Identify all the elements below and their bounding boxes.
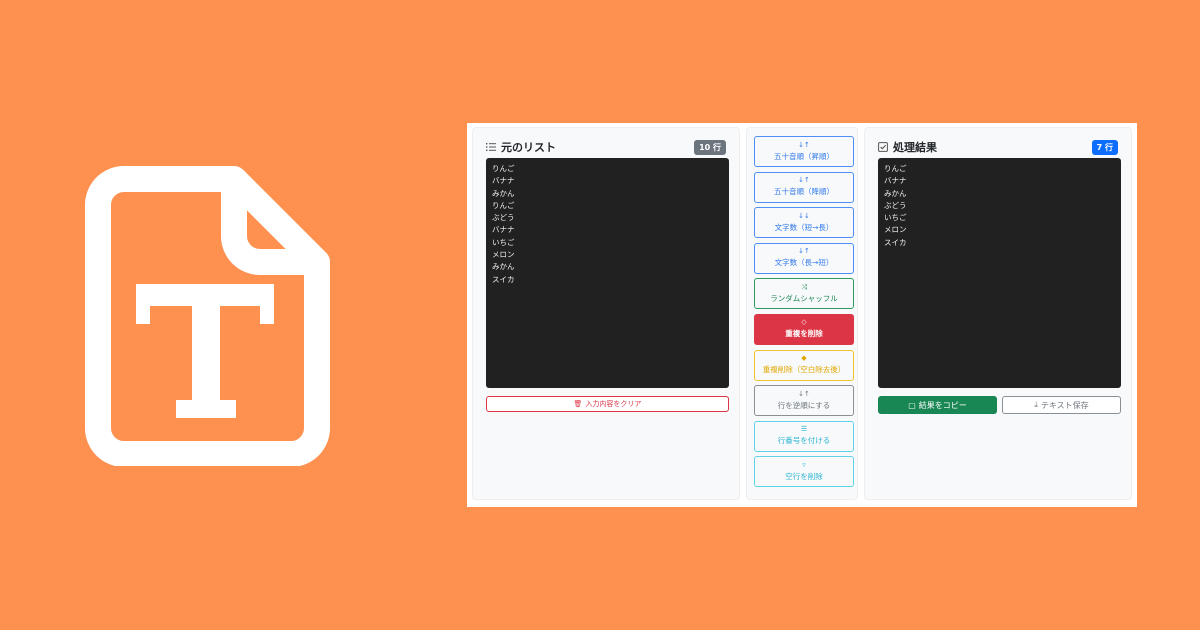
text-line: メロン <box>492 250 515 260</box>
download-icon: ⤓ <box>1034 400 1038 409</box>
sort-asc-icon: ↓↑ <box>798 140 810 149</box>
trash-icon: 🗑 <box>573 400 583 408</box>
copy-result-button[interactable]: ▢ 結果をコピー <box>878 396 997 414</box>
result-textarea[interactable]: りんごバナナみかんぶどういちごメロンスイカ <box>878 158 1121 388</box>
action-label: 重複を削除 <box>785 329 823 339</box>
clear-input-button[interactable]: 🗑 入力内容をクリア <box>486 396 729 412</box>
text-line: スイカ <box>492 274 515 284</box>
action-button-8[interactable]: ☰ 行番号を付ける <box>754 420 854 452</box>
action-label: 五十音順（昇順） <box>774 151 834 161</box>
check-square-icon <box>878 142 888 152</box>
action-button-0[interactable]: ↓↑ 五十音順（昇順） <box>754 136 854 167</box>
action-label: 文字数（長→短） <box>774 258 834 268</box>
action-button-6[interactable]: ◆ 重複削除（空白除去後） <box>754 349 854 381</box>
eraser-fill-icon: ◆ <box>801 354 807 363</box>
text-line: ぶどう <box>884 200 907 210</box>
text-line: りんご <box>884 164 907 173</box>
copy-result-label: 結果をコピー <box>918 400 967 410</box>
text-line: バナナ <box>492 176 515 186</box>
sort-length-asc-icon: ↓↓ <box>798 211 810 220</box>
action-label: 重複削除（空白除去後） <box>762 365 846 375</box>
actions-panel: ↓↑ 五十音順（昇順） ↓↑ 五十音順（降順） ↓↓ 文字数（短→長） ↓↑ 文字数（長→短）… <box>746 127 858 500</box>
text-line: バナナ <box>884 176 907 186</box>
action-button-2[interactable]: ↓↓ 文字数（短→長） <box>754 207 854 239</box>
action-button-7[interactable]: ↓↑ 行を逆順にする <box>754 385 854 417</box>
action-label: 五十音順（降順） <box>774 187 834 197</box>
sort-desc-icon: ↓↑ <box>798 176 810 185</box>
text-line: みかん <box>492 262 515 272</box>
save-text-button[interactable]: ⤓ テキスト保存 <box>1002 396 1121 414</box>
text-line: スイカ <box>884 237 907 247</box>
result-title: 処理結果 <box>893 141 937 154</box>
save-text-label: テキスト保存 <box>1040 400 1089 410</box>
clipboard-icon: ▢ <box>908 400 916 410</box>
source-list-panel: 元のリスト 10 行 りんご バナナ みかん りんご ぶどう バナナ いちご メロン みかん スイ… <box>472 127 740 500</box>
eraser-icon: ◇ <box>801 318 807 327</box>
text-line: メロン <box>884 225 907 235</box>
shuffle-icon: ⤨ <box>801 282 807 291</box>
numbered-list-icon: ☰ <box>800 425 808 434</box>
action-label: ランダムシャッフル <box>770 293 838 303</box>
text-line: いちご <box>492 237 515 247</box>
filter-icon: ▿ <box>802 460 806 469</box>
text-line: りんご <box>492 164 515 173</box>
source-list-title: 元のリスト <box>501 141 556 154</box>
source-textarea[interactable]: りんご バナナ みかん りんご ぶどう バナナ いちご メロン みかん スイカ <box>486 158 729 388</box>
action-button-9[interactable]: ▿ 空行を削除 <box>754 456 854 488</box>
text-line: りんご <box>492 200 515 210</box>
text-line: いちご <box>884 213 907 223</box>
action-button-5[interactable]: ◇ 重複を削除 <box>754 313 854 345</box>
text-line: みかん <box>884 188 907 198</box>
sort-length-desc-icon: ↓↑ <box>798 247 810 256</box>
action-label: 空行を削除 <box>785 471 823 481</box>
text-file-icon <box>85 166 330 466</box>
result-count-badge: 7 行 <box>1091 139 1118 155</box>
action-label: 行を逆順にする <box>777 400 831 410</box>
action-button-3[interactable]: ↓↑ 文字数（長→短） <box>754 242 854 274</box>
action-label: 行番号を付ける <box>777 436 831 446</box>
text-line: バナナ <box>492 225 515 235</box>
action-button-1[interactable]: ↓↑ 五十音順（降順） <box>754 171 854 203</box>
text-line: みかん <box>492 188 515 198</box>
result-panel: 処理結果 7 行 りんご バナナ みかん ぶどう いちご メロン スイカ ▢ 結果をコピー … <box>864 127 1132 500</box>
action-label: 文字数（短→長） <box>774 222 834 232</box>
clear-input-label: 入力内容をクリア <box>585 400 642 408</box>
action-button-4[interactable]: ⤨ ランダムシャッフル <box>754 278 854 310</box>
text-line: ぶどう <box>492 213 515 223</box>
app-screenshot: 元のリスト 10 行 りんご バナナ みかん りんご ぶどう バナナ いちご メロン みかん スイ… <box>467 123 1137 507</box>
source-count-badge: 10 行 <box>694 139 726 155</box>
list-icon <box>486 143 496 151</box>
reverse-icon: ↓↑ <box>798 389 810 398</box>
